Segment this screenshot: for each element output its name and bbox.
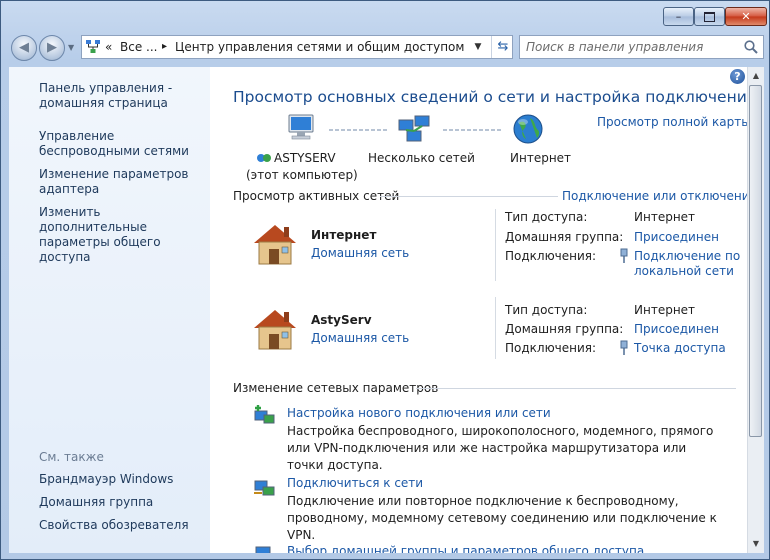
task-description: Настройка беспроводного, широкополосного…: [287, 424, 714, 472]
close-icon: ✕: [741, 10, 751, 23]
network-name: AstyServ: [311, 313, 372, 327]
minimize-icon: –: [675, 10, 682, 23]
connect-network-icon: [254, 480, 275, 496]
breadcrumb-overflow[interactable]: «: [105, 40, 112, 54]
map-computer-name: ASTYSERV: [274, 151, 336, 165]
map-connector: [329, 129, 387, 131]
refresh-button[interactable]: ⇆: [491, 36, 514, 58]
globe-icon[interactable]: [510, 111, 546, 147]
home-network-icon: [254, 310, 296, 350]
multiple-networks-icon[interactable]: [396, 111, 432, 147]
access-type-label: Тип доступа:: [505, 303, 588, 317]
wireless-signal-icon: [620, 340, 628, 355]
map-connector: [443, 129, 501, 131]
arrow-left-icon: ◀: [19, 40, 29, 55]
user-network-icon: [257, 154, 271, 162]
see-also-heading: См. также: [39, 450, 104, 464]
divider: [495, 297, 496, 359]
recent-pages-dropdown[interactable]: ▼: [68, 43, 74, 52]
main-content: Просмотр основных сведений о сети и наст…: [210, 67, 747, 553]
search-icon[interactable]: [743, 39, 759, 55]
map-internet[interactable]: Интернет: [510, 151, 571, 165]
scroll-thumb[interactable]: [749, 85, 762, 437]
network-name: Интернет: [311, 228, 377, 242]
view-full-map-link[interactable]: Просмотр полной карты: [597, 115, 747, 129]
address-dropdown[interactable]: ▼: [468, 36, 488, 58]
scroll-up-button[interactable]: ▲: [748, 68, 764, 84]
search-box[interactable]: [519, 35, 764, 59]
sidebar-link-internet-options[interactable]: Свойства обозревателя: [39, 518, 209, 533]
scroll-down-button[interactable]: ▼: [748, 536, 764, 552]
homegroup-link[interactable]: Присоединен: [634, 322, 719, 336]
network-center-icon: [86, 40, 100, 53]
window: – ✕ ◀ ▶ ▼ « Все ... ▸ Центр управления с…: [0, 0, 770, 560]
breadcrumb-all[interactable]: Все ...: [120, 40, 157, 54]
ethernet-icon: [620, 248, 628, 263]
connections-label: Подключения:: [505, 249, 597, 263]
map-computer-sub: (этот компьютер): [246, 168, 358, 182]
connect-disconnect-link[interactable]: Подключение или отключение: [562, 189, 747, 203]
maximize-icon: [704, 12, 715, 22]
breadcrumb-separator-icon[interactable]: ▸: [162, 41, 167, 52]
close-button[interactable]: ✕: [725, 7, 767, 26]
connection-link[interactable]: Точка доступа: [634, 341, 726, 355]
homegroup-icon: [255, 546, 271, 553]
homegroup-label: Домашняя группа:: [505, 230, 624, 244]
computer-icon: [288, 114, 314, 140]
connection-link[interactable]: Подключение по локальной сети: [634, 249, 742, 279]
homegroup-label: Домашняя группа:: [505, 322, 624, 336]
sidebar: Панель управления - домашняя страница Уп…: [9, 67, 210, 553]
page-title: Просмотр основных сведений о сети и наст…: [233, 88, 747, 106]
back-button[interactable]: ◀: [11, 35, 37, 61]
network-type-link[interactable]: Домашняя сеть: [311, 246, 409, 260]
sidebar-link-wireless-networks[interactable]: Управление беспроводными сетями: [39, 129, 209, 159]
setup-new-connection-link[interactable]: Настройка нового подключения или сети: [287, 406, 551, 420]
map-multiple-networks[interactable]: Несколько сетей: [368, 151, 475, 165]
sidebar-link-control-panel-home[interactable]: Панель управления - домашняя страница: [39, 81, 209, 111]
section-divider: [380, 196, 558, 197]
refresh-icon: ⇆: [497, 39, 509, 54]
help-icon: ?: [734, 70, 741, 83]
sidebar-link-adapter-settings[interactable]: Изменение параметров адаптера: [39, 167, 209, 197]
search-input[interactable]: [526, 39, 736, 55]
task-description: Подключение или повторное подключение к …: [287, 494, 717, 542]
home-network-icon: [254, 225, 296, 265]
navigation-bar: ◀ ▶ ▼ « Все ... ▸ Центр управления сетям…: [1, 31, 769, 65]
title-bar: – ✕: [1, 1, 769, 31]
sidebar-link-sharing-settings[interactable]: Изменить дополнительные параметры общего…: [39, 205, 209, 265]
vertical-scrollbar[interactable]: ▲ ▼: [747, 67, 764, 553]
sidebar-link-firewall[interactable]: Брандмауэр Windows: [39, 472, 209, 487]
minimize-button[interactable]: –: [663, 7, 694, 26]
network-type-link[interactable]: Домашняя сеть: [311, 331, 409, 345]
arrow-right-icon: ▶: [47, 40, 57, 55]
access-type-label: Тип доступа:: [505, 210, 588, 224]
homegroup-sharing-link[interactable]: Выбор домашней группы и параметров общег…: [287, 544, 644, 553]
connect-to-network-link[interactable]: Подключиться к сети: [287, 476, 423, 490]
access-type-value: Интернет: [634, 210, 696, 224]
section-divider: [416, 388, 736, 389]
divider: [495, 209, 496, 281]
active-networks-heading: Просмотр активных сетей: [233, 189, 400, 203]
maximize-button[interactable]: [694, 7, 725, 26]
connections-label: Подключения:: [505, 341, 597, 355]
help-button[interactable]: ?: [730, 69, 745, 84]
new-connection-icon: [254, 405, 275, 424]
sidebar-link-homegroup[interactable]: Домашняя группа: [39, 495, 209, 510]
forward-button[interactable]: ▶: [39, 35, 65, 61]
breadcrumb-current[interactable]: Центр управления сетями и общим доступом: [175, 40, 464, 54]
change-settings-heading: Изменение сетевых параметров: [233, 381, 439, 395]
homegroup-link[interactable]: Присоединен: [634, 230, 719, 244]
access-type-value: Интернет: [634, 303, 696, 317]
address-bar[interactable]: « Все ... ▸ Центр управления сетями и об…: [81, 35, 513, 59]
